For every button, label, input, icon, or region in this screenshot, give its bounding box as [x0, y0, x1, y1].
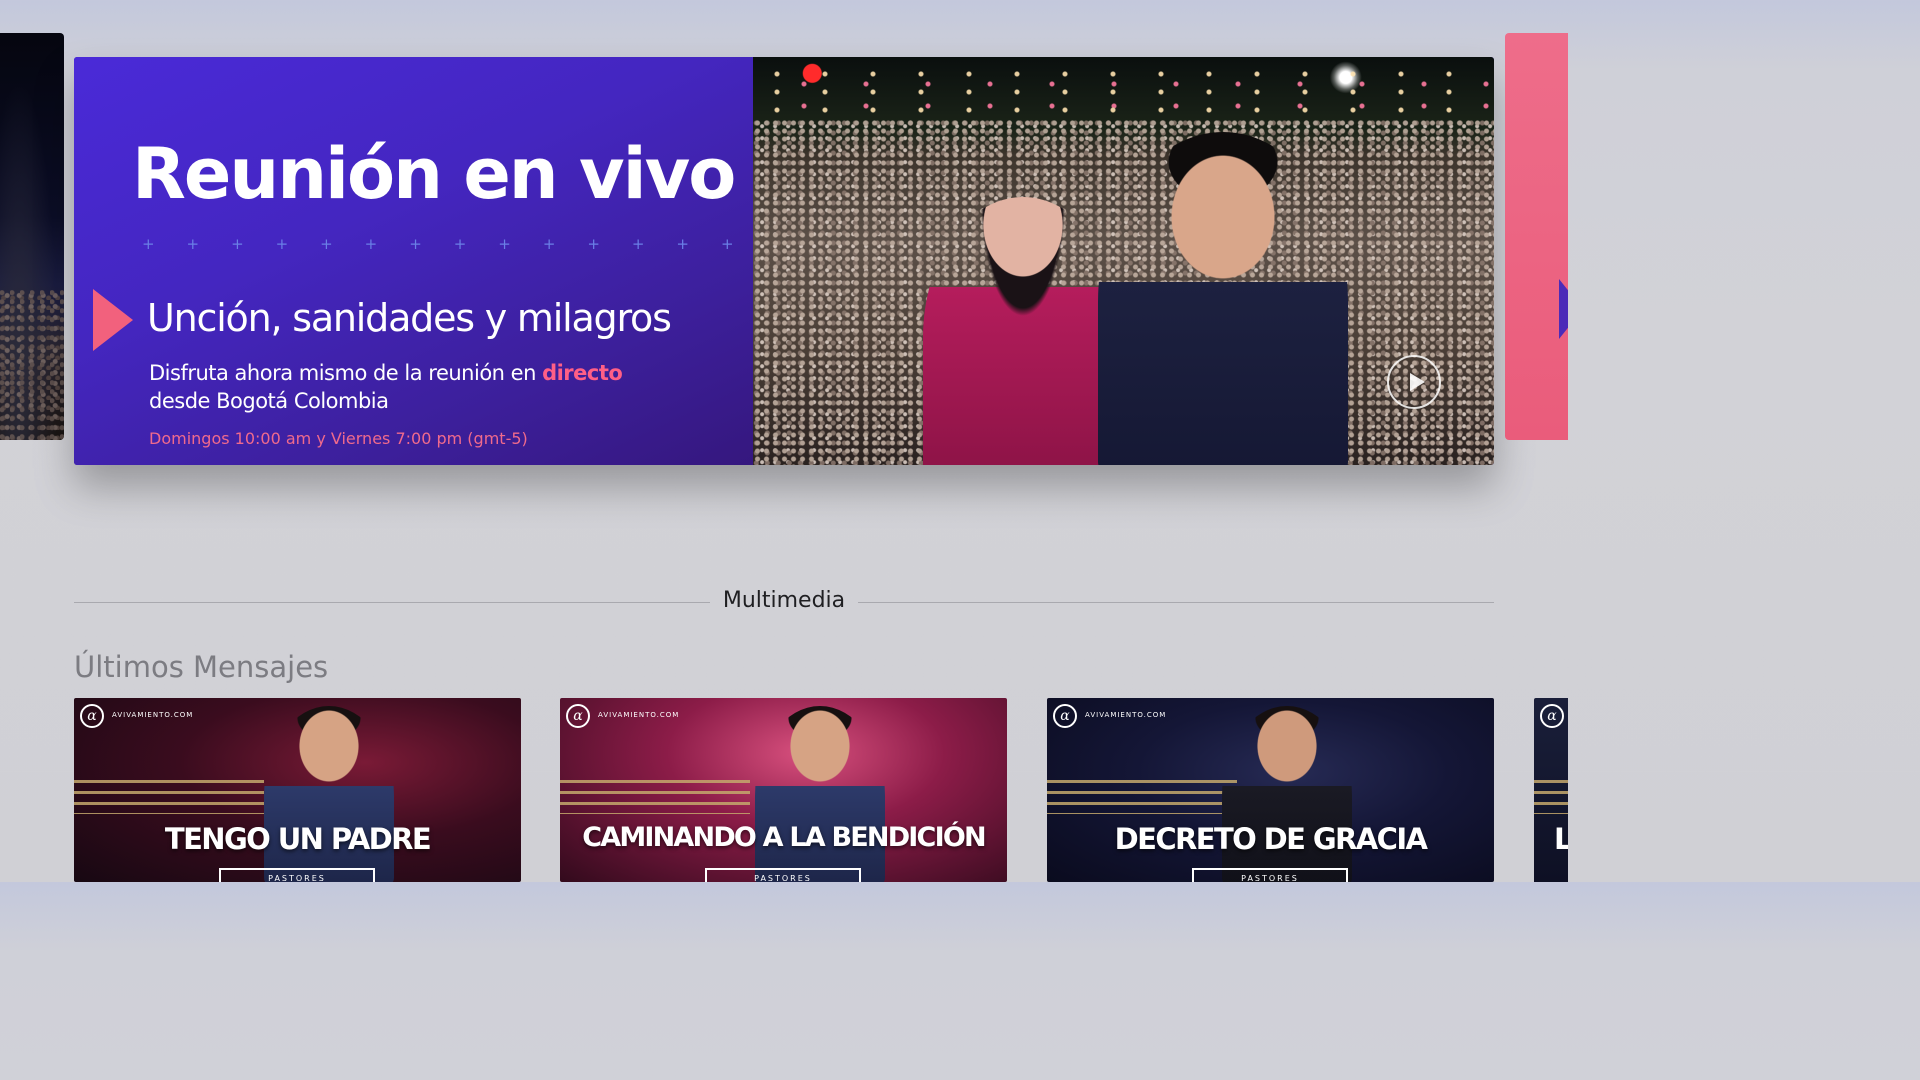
tile-headline: DECRETO DE GRACIA [1114, 822, 1428, 856]
pastor-man-figure [1098, 132, 1348, 465]
hero-title: Reunión en vivo [132, 133, 736, 215]
play-glyph-icon [1410, 373, 1425, 391]
gold-stripes [1047, 780, 1237, 814]
pastor-woman-figure [923, 197, 1123, 465]
play-circle-icon[interactable] [1387, 355, 1441, 409]
gold-stripes [560, 780, 750, 814]
tile-site-label: AVIVAMIENTO.COM [1085, 711, 1167, 719]
tile-badge: PASTORES [1192, 868, 1348, 882]
live-accent-word: directo [542, 361, 623, 385]
hero-banner-live-meeting[interactable]: Reunión en vivo + + + + + + + + + + + + … [74, 57, 1494, 465]
hero-description: Disfruta ahora mismo de la reunión en di… [149, 361, 623, 413]
pastor-figure [755, 706, 885, 882]
avivamiento-logo-icon: ɑ [566, 704, 590, 728]
tile-headline: L [1554, 822, 1568, 856]
message-tile[interactable]: ɑ AVIVAMIENTO.COM TENGO UN PADRE PASTORE… [74, 698, 521, 882]
hero-subtitle: Unción, sanidades y milagros [147, 296, 672, 340]
tile-badge: PASTORES [705, 868, 861, 882]
avivamiento-logo-icon: ɑ [1053, 704, 1077, 728]
section-divider-right [858, 602, 1494, 603]
crowd-image [0, 290, 64, 440]
avivamiento-logo-icon: ɑ [1540, 704, 1564, 728]
section-divider-left [74, 602, 710, 603]
carousel-card-next[interactable] [1505, 33, 1568, 440]
row-title-latest-messages: Últimos Mensajes [74, 650, 329, 684]
gold-stripes [1534, 780, 1568, 814]
message-tile[interactable]: ɑ AVIVAMIENTO.COM DECRETO DE GRACIA PAST… [1047, 698, 1494, 882]
stage-lights [753, 65, 1494, 121]
tile-headline: TENGO UN PADRE [164, 822, 432, 856]
hero-photo-pastors [753, 57, 1494, 465]
tile-site-label: AVIVAMIENTO.COM [112, 711, 194, 719]
tile-badge: PASTORES [219, 868, 375, 882]
avivamiento-logo-icon: ɑ [80, 704, 104, 728]
carousel-card-previous[interactable] [0, 33, 64, 440]
play-triangle-icon [1559, 279, 1568, 339]
play-triangle-icon [93, 289, 133, 351]
hero-text-panel: Reunión en vivo + + + + + + + + + + + + … [74, 57, 1090, 465]
gold-stripes [74, 780, 264, 814]
tile-headline: CAMINANDO A LA BENDICIÓN [582, 822, 986, 853]
section-label-multimedia: Multimedia [722, 588, 846, 613]
message-tile-next[interactable]: ɑ L [1534, 698, 1568, 882]
message-tile[interactable]: ɑ AVIVAMIENTO.COM CAMINANDO A LA BENDICI… [560, 698, 1007, 882]
hero-schedule: Domingos 10:00 am y Viernes 7:00 pm (gmt… [149, 429, 528, 448]
tile-site-label: AVIVAMIENTO.COM [598, 711, 680, 719]
